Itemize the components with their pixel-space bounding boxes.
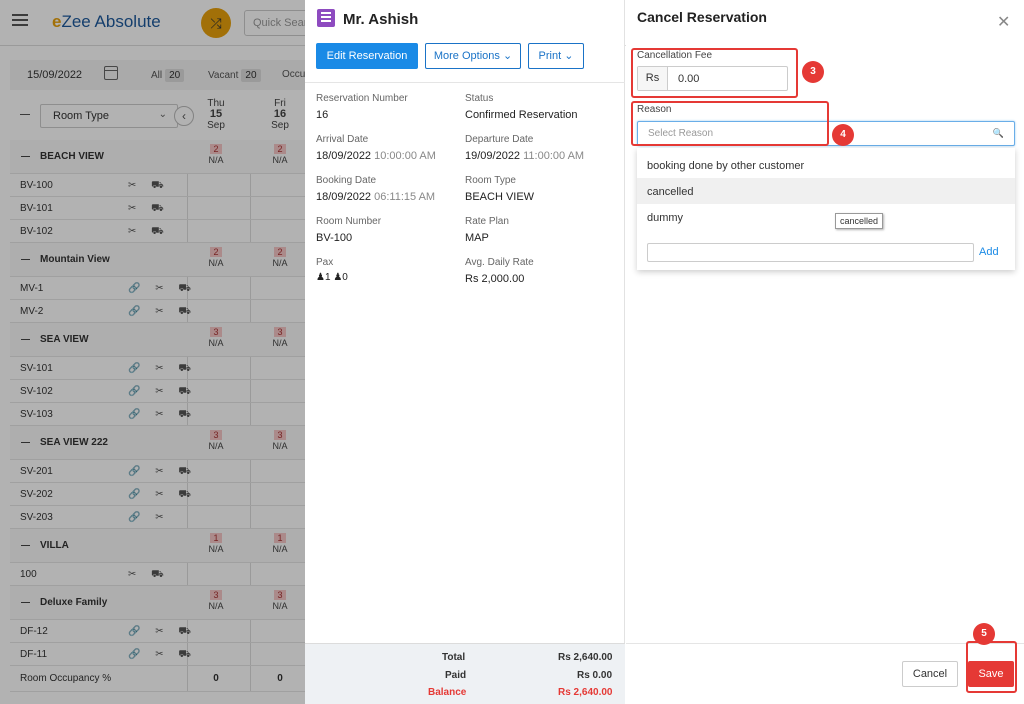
arrival-value: 18/09/2022 10:00:00 AM xyxy=(316,150,436,162)
arrival-date: 18/09/2022 xyxy=(316,150,372,162)
edit-reservation-button[interactable]: Edit Reservation xyxy=(316,43,418,69)
callout-number: 4 xyxy=(832,124,854,146)
adult-icon: ♟ xyxy=(316,272,325,283)
total-label: Total xyxy=(442,652,466,663)
balance-value: Rs 2,640.00 xyxy=(558,687,613,698)
chevron-down-icon: ⌄ xyxy=(564,50,574,62)
reservation-number-label: Reservation Number xyxy=(316,93,408,104)
app-root: eZee Absolute ⤮ Quick Sear 15/09/2022 Al… xyxy=(0,0,1024,704)
guest-title: Mr. Ashish xyxy=(317,9,418,28)
reason-option[interactable]: cancelled xyxy=(637,178,1015,204)
reservation-number: 16 xyxy=(316,109,329,121)
callout-highlight xyxy=(631,48,798,98)
room-number-label: Room Number xyxy=(316,216,382,227)
guest-name: Mr. Ashish xyxy=(343,11,419,28)
footer-divider xyxy=(626,643,1024,644)
departure-time: 11:00:00 AM xyxy=(523,150,585,162)
status-label: Status xyxy=(465,93,494,104)
pax-label: Pax xyxy=(316,257,334,268)
modal-overlay[interactable] xyxy=(0,0,305,704)
pax-value: ♟1 ♟0 xyxy=(316,272,348,283)
cancel-button[interactable]: Cancel xyxy=(902,661,958,687)
rate-plan-value: MAP xyxy=(465,232,489,244)
rate-plan-label: Rate Plan xyxy=(465,216,509,227)
add-reason-button[interactable]: Add xyxy=(979,246,999,258)
departure-value: 19/09/2022 11:00:00 AM xyxy=(465,150,584,162)
callout-highlight xyxy=(631,101,829,146)
booking-value: 18/09/2022 06:11:15 AM xyxy=(316,191,435,203)
callout-number: 5 xyxy=(973,623,995,645)
booking-time: 06:11:15 AM xyxy=(374,191,436,203)
departure-label: Departure Date xyxy=(465,134,534,145)
reservation-panel: Mr. Ashish Edit Reservation More Options… xyxy=(305,0,625,704)
paid-value: Rs 0.00 xyxy=(577,670,613,681)
print-label: Print xyxy=(538,50,562,62)
print-button[interactable]: Print ⌄ xyxy=(528,43,584,69)
search-icon: 🔍 xyxy=(992,128,1004,138)
chevron-down-icon: ⌄ xyxy=(502,50,513,62)
room-number-value: BV-100 xyxy=(316,232,353,244)
departure-date: 19/09/2022 xyxy=(465,150,521,162)
reason-option[interactable]: booking done by other customer xyxy=(637,152,1015,178)
reason-dropdown: booking done by other customer cancelled… xyxy=(637,148,1015,270)
totals-footer: Total Rs 2,640.00 Paid Rs 0.00 Balance R… xyxy=(305,643,625,704)
room-type-value: BEACH VIEW xyxy=(465,191,535,203)
status-value: Confirmed Reservation xyxy=(465,109,578,121)
new-reason-input[interactable] xyxy=(647,243,974,262)
callout-highlight xyxy=(966,641,1017,693)
room-type-label: Room Type xyxy=(465,175,516,186)
more-options-button[interactable]: More Options ⌄ xyxy=(425,43,521,69)
reason-option[interactable]: dummy xyxy=(637,204,1015,230)
arrival-label: Arrival Date xyxy=(316,134,369,145)
close-icon[interactable]: ✕ xyxy=(997,12,1010,32)
total-value: Rs 2,640.00 xyxy=(558,652,613,663)
balance-label: Balance xyxy=(428,687,467,698)
adr-label: Avg. Daily Rate xyxy=(465,257,534,268)
divider xyxy=(305,82,625,83)
cancel-reservation-panel: Cancel Reservation ✕ Cancellation Fee Rs… xyxy=(626,0,1024,704)
adr-value: Rs 2,000.00 xyxy=(465,273,525,285)
paid-label: Paid xyxy=(445,670,467,681)
booking-label: Booking Date xyxy=(316,175,377,186)
pax-adults: 1 xyxy=(324,272,331,283)
tooltip: cancelled xyxy=(835,213,884,229)
arrival-time: 10:00:00 AM xyxy=(374,150,436,162)
booking-date: 18/09/2022 xyxy=(316,191,372,203)
cancel-title: Cancel Reservation xyxy=(637,9,767,25)
more-options-label: More Options xyxy=(433,50,500,62)
child-icon: ♟ xyxy=(333,272,343,283)
building-icon xyxy=(317,9,335,27)
pax-children: 0 xyxy=(342,272,348,283)
callout-number: 3 xyxy=(802,61,824,83)
